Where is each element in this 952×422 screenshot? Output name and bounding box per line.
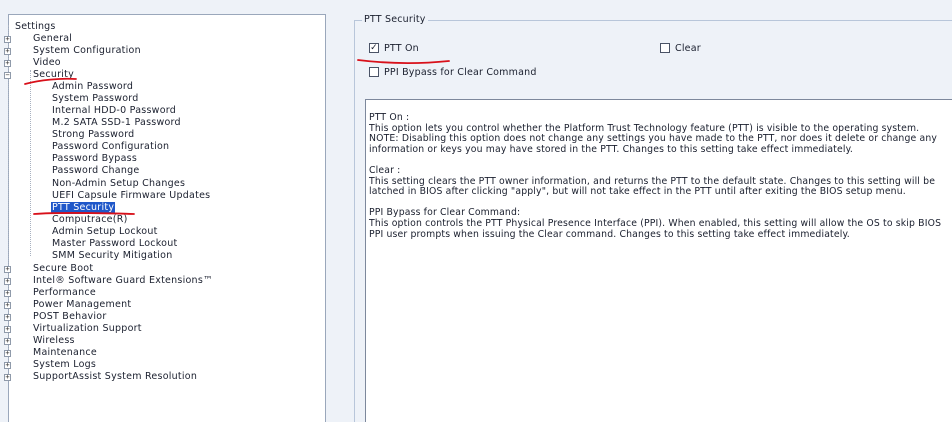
help-ptt-on-heading: PTT On : bbox=[369, 112, 410, 123]
clear-label: Clear bbox=[675, 43, 701, 54]
security-subtree-connector bbox=[30, 70, 32, 256]
tree-item-security[interactable]: Security bbox=[33, 69, 74, 81]
tree-item-admin-password[interactable]: Admin Password bbox=[52, 81, 133, 93]
tree-item-general[interactable]: General bbox=[33, 33, 72, 45]
tree-item-uefi-capsule-updates[interactable]: UEFI Capsule Firmware Updates bbox=[52, 190, 210, 202]
help-clear-heading: Clear : bbox=[369, 164, 401, 176]
tree-item-strong-password[interactable]: Strong Password bbox=[52, 129, 134, 141]
expand-secure-boot-icon[interactable]: + bbox=[4, 266, 11, 273]
expand-system-logs-icon[interactable]: + bbox=[4, 362, 11, 369]
expand-sgx-icon[interactable]: + bbox=[4, 278, 11, 285]
tree-item-system-password[interactable]: System Password bbox=[52, 93, 139, 105]
tree-item-software-guard-extensions[interactable]: Intel® Software Guard Extensions™ bbox=[33, 275, 213, 287]
tree-item-password-change[interactable]: Password Change bbox=[52, 165, 140, 177]
expand-general-icon[interactable]: + bbox=[4, 36, 11, 43]
tree-item-internal-hdd-password[interactable]: Internal HDD-0 Password bbox=[52, 105, 176, 117]
tree-item-smm-security-mitigation[interactable]: SMM Security Mitigation bbox=[52, 250, 172, 262]
ptt-on-option[interactable]: ✓ PTT On bbox=[369, 42, 419, 56]
tree-item-m2-ssd-password[interactable]: M.2 SATA SSD-1 Password bbox=[52, 117, 181, 129]
ptt-on-checkbox[interactable]: ✓ bbox=[369, 42, 379, 53]
expand-virtualization-icon[interactable]: + bbox=[4, 326, 11, 333]
tree-item-secure-boot[interactable]: Secure Boot bbox=[33, 263, 93, 275]
tree-item-power-management[interactable]: Power Management bbox=[33, 299, 131, 311]
ppi-bypass-option[interactable]: PPI Bypass for Clear Command bbox=[369, 66, 537, 80]
help-clear-body: This setting clears the PTT owner inform… bbox=[369, 175, 936, 198]
tree-item-supportassist-resolution[interactable]: SupportAssist System Resolution bbox=[33, 371, 197, 383]
help-ptt-on-note: NOTE: Disabling this option does not cha… bbox=[369, 133, 938, 155]
expand-video-icon[interactable]: + bbox=[4, 60, 11, 67]
tree-item-performance[interactable]: Performance bbox=[33, 287, 96, 299]
expand-system-configuration-icon[interactable]: + bbox=[4, 48, 11, 55]
clear-checkbox[interactable] bbox=[660, 42, 670, 53]
tree-item-computrace[interactable]: Computrace(R) bbox=[52, 214, 128, 226]
expand-wireless-icon[interactable]: + bbox=[4, 338, 11, 345]
tree-item-virtualization-support[interactable]: Virtualization Support bbox=[33, 323, 142, 335]
group-title: PTT Security bbox=[362, 14, 428, 25]
help-ppi-body: This option controls the PTT Physical Pr… bbox=[369, 217, 942, 240]
collapse-security-icon[interactable]: − bbox=[4, 72, 11, 79]
ptt-on-label: PTT On bbox=[384, 43, 419, 54]
expand-post-behavior-icon[interactable]: + bbox=[4, 314, 11, 321]
clear-option[interactable]: Clear bbox=[660, 42, 701, 56]
tree-item-password-bypass[interactable]: Password Bypass bbox=[52, 153, 137, 165]
tree-root-settings: Settings bbox=[15, 21, 56, 32]
tree-item-master-password-lockout[interactable]: Master Password Lockout bbox=[52, 238, 178, 250]
tree-item-ptt-security[interactable]: PTT Security bbox=[51, 202, 116, 214]
expand-supportassist-icon[interactable]: + bbox=[4, 374, 11, 381]
tree-item-password-configuration[interactable]: Password Configuration bbox=[52, 141, 169, 153]
tree-item-video[interactable]: Video bbox=[33, 57, 61, 69]
tree-item-maintenance[interactable]: Maintenance bbox=[33, 347, 97, 359]
ppi-bypass-label: PPI Bypass for Clear Command bbox=[384, 67, 537, 78]
help-text: PTT On : This option lets you control wh… bbox=[369, 112, 943, 251]
expand-power-management-icon[interactable]: + bbox=[4, 302, 11, 309]
tree-item-admin-setup-lockout[interactable]: Admin Setup Lockout bbox=[52, 226, 158, 238]
tree-item-wireless[interactable]: Wireless bbox=[33, 335, 75, 347]
ppi-bypass-checkbox[interactable] bbox=[369, 66, 379, 77]
tree-item-system-logs[interactable]: System Logs bbox=[33, 359, 96, 371]
tree-item-system-configuration[interactable]: System Configuration bbox=[33, 45, 141, 57]
expand-maintenance-icon[interactable]: + bbox=[4, 350, 11, 357]
tree-item-post-behavior[interactable]: POST Behavior bbox=[33, 311, 107, 323]
expand-performance-icon[interactable]: + bbox=[4, 290, 11, 297]
tree-item-non-admin-setup-changes[interactable]: Non-Admin Setup Changes bbox=[52, 178, 185, 190]
